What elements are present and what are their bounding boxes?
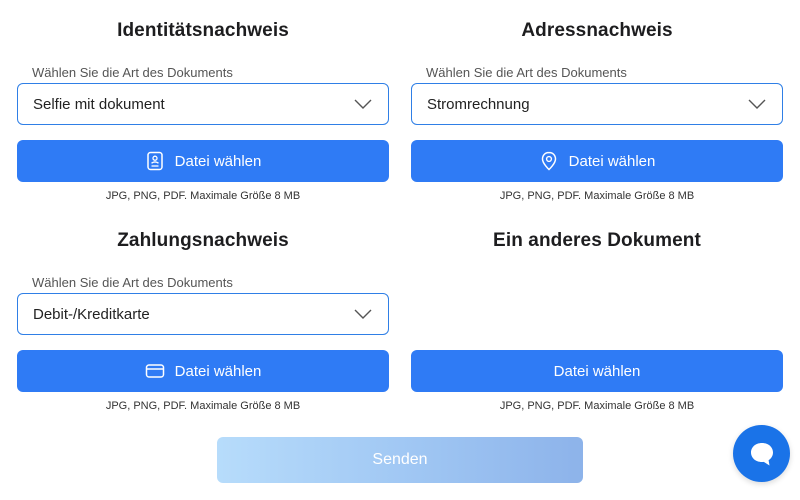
- choose-file-button[interactable]: Datei wählen: [411, 350, 783, 392]
- document-type-select[interactable]: Selfie mit dokument: [17, 83, 389, 125]
- section-title: Ein anderes Dokument: [493, 230, 701, 251]
- choose-file-button[interactable]: Datei wählen: [17, 350, 389, 392]
- document-type-label: Wählen Sie die Art des Dokuments: [32, 275, 233, 290]
- file-format-hint: JPG, PNG, PDF. Maximale Größe 8 MB: [105, 190, 301, 202]
- section-title: Identitätsnachweis: [117, 20, 289, 41]
- choose-file-button[interactable]: Datei wählen: [411, 140, 783, 182]
- document-type-label: Wählen Sie die Art des Dokuments: [426, 65, 627, 80]
- credit-card-icon: [145, 364, 164, 378]
- choose-file-label: Datei wählen: [568, 152, 656, 170]
- chat-widget-button[interactable]: [733, 425, 790, 482]
- file-format-hint: JPG, PNG, PDF. Maximale Größe 8 MB: [105, 400, 301, 412]
- choose-file-button[interactable]: Datei wählen: [17, 140, 389, 182]
- file-format-hint: JPG, PNG, PDF. Maximale Größe 8 MB: [499, 190, 695, 202]
- select-value: Stromrechnung: [427, 96, 530, 113]
- choose-file-label: Datei wählen: [174, 152, 262, 170]
- choose-file-label: Datei wählen: [174, 362, 262, 380]
- send-button-label: Senden: [372, 451, 428, 468]
- select-value: Debit-/Kreditkarte: [33, 306, 150, 323]
- chevron-down-icon: [354, 309, 372, 319]
- section-title: Adressnachweis: [521, 20, 673, 41]
- file-format-hint: JPG, PNG, PDF. Maximale Größe 8 MB: [499, 400, 695, 412]
- send-button[interactable]: Senden: [217, 437, 583, 483]
- document-type-label: Wählen Sie die Art des Dokuments: [32, 65, 233, 80]
- document-type-select[interactable]: Debit-/Kreditkarte: [17, 293, 389, 335]
- id-card-icon: [146, 151, 163, 171]
- location-pin-icon: [541, 151, 556, 171]
- document-type-select[interactable]: Stromrechnung: [411, 83, 783, 125]
- select-value: Selfie mit dokument: [33, 96, 165, 113]
- chevron-down-icon: [748, 99, 766, 109]
- chevron-down-icon: [354, 99, 372, 109]
- choose-file-label: Datei wählen: [553, 362, 641, 380]
- chat-bubble-icon: [750, 442, 773, 465]
- section-title: Zahlungsnachweis: [117, 230, 289, 251]
